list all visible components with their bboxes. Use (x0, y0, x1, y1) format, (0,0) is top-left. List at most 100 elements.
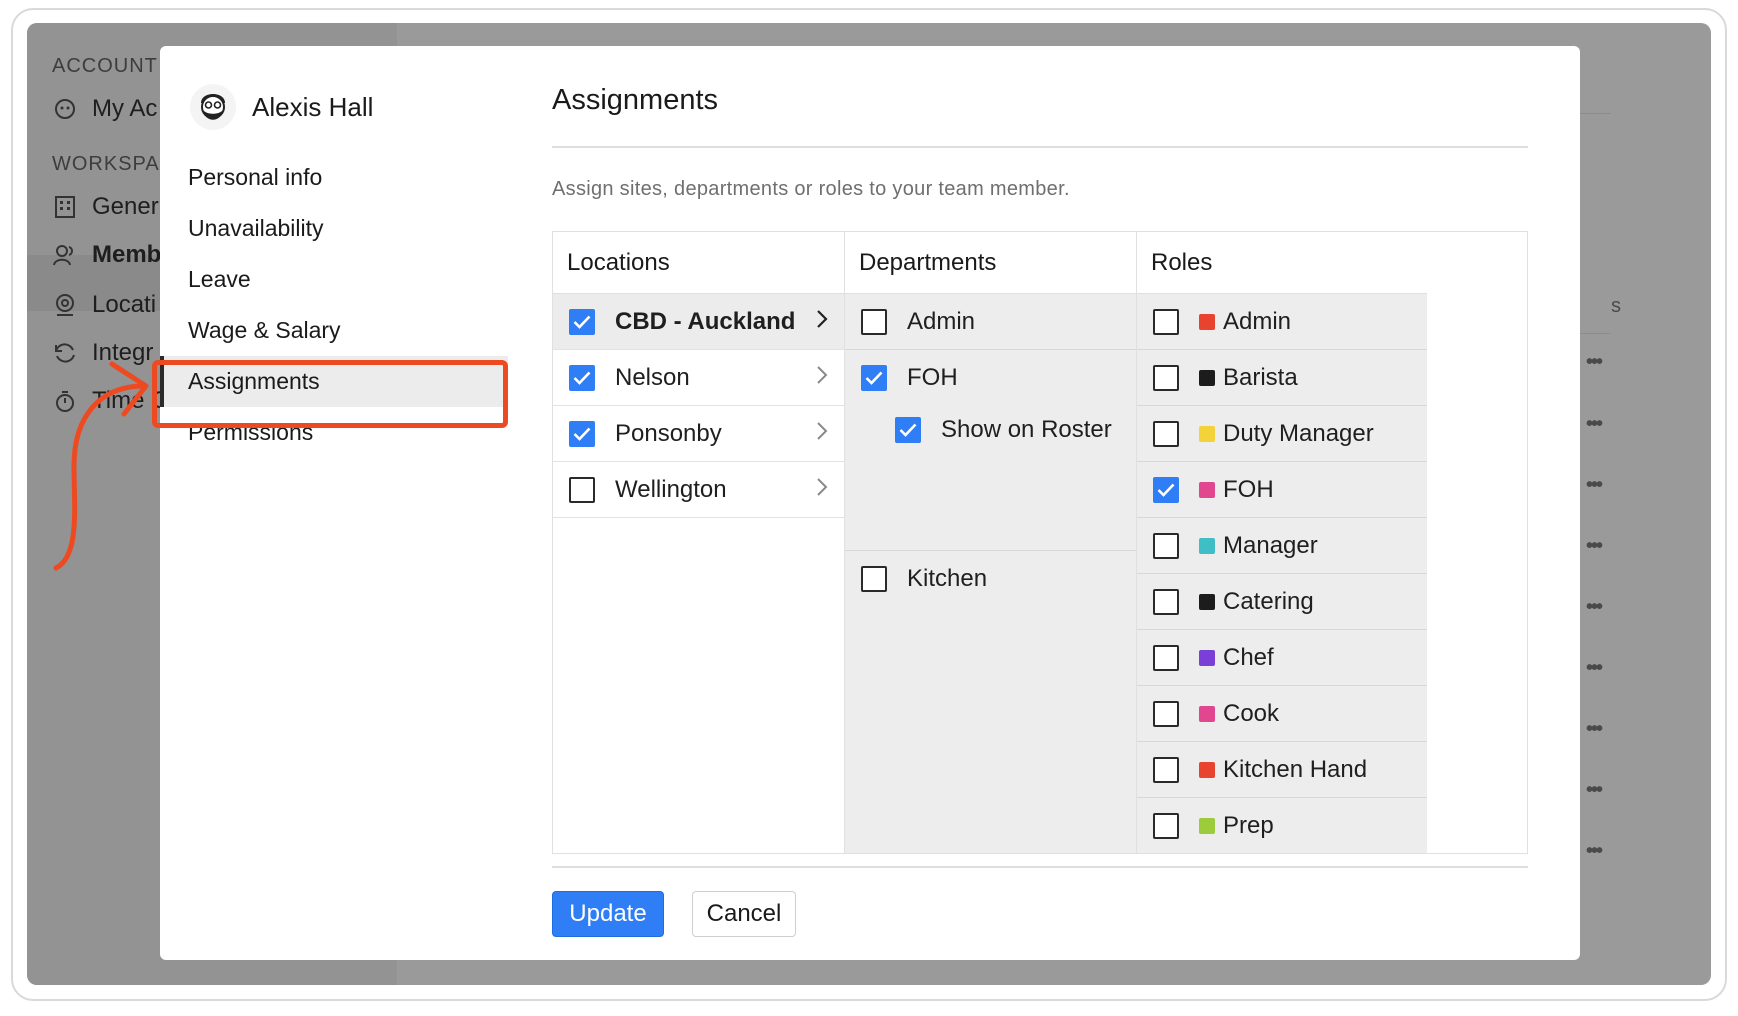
avatar (190, 84, 236, 130)
location-label: Nelson (615, 363, 690, 391)
role-color-swatch (1199, 818, 1215, 834)
row-menu-dots[interactable]: ••• (1586, 535, 1603, 558)
chevron-right-icon[interactable] (816, 308, 828, 336)
role-label: Kitchen Hand (1223, 755, 1368, 783)
background-section-workspace: WORKSPAC (52, 153, 176, 175)
location-checkbox[interactable] (569, 420, 595, 447)
role-color-swatch (1199, 313, 1215, 330)
role-checkbox[interactable] (1153, 813, 1179, 839)
background-item-my-account: My Ac (52, 95, 157, 123)
row-menu-dots[interactable]: ••• (1586, 413, 1603, 436)
role-label: Catering (1223, 587, 1314, 615)
department-checkbox[interactable] (861, 309, 887, 335)
role-checkbox[interactable] (1153, 308, 1179, 335)
show-on-roster-checkbox[interactable] (895, 417, 921, 443)
department-checkbox[interactable] (861, 566, 887, 592)
role-color-swatch (1199, 705, 1215, 722)
role-checkbox[interactable] (1153, 476, 1179, 503)
role-row-duty-manager[interactable]: Duty Manager (1137, 406, 1427, 462)
account-icon (52, 96, 78, 122)
location-checkbox[interactable] (569, 364, 595, 391)
role-row-kitchen-hand[interactable]: Kitchen Hand (1137, 742, 1427, 798)
locations-column: Locations CBD - Auckland Nelson Ponsonby… (553, 232, 845, 853)
role-row-prep[interactable]: Prep (1137, 798, 1427, 854)
annotation-arrow-icon (53, 361, 149, 571)
location-row-nelson[interactable]: Nelson (553, 350, 844, 406)
role-row-manager[interactable]: Manager (1137, 518, 1427, 574)
location-label: CBD - Auckland (615, 307, 796, 335)
assignments-grid: Locations CBD - Auckland Nelson Ponsonby… (552, 231, 1528, 854)
assignments-modal: Alexis Hall Personal info Unavailability… (160, 46, 1580, 960)
role-label: FOH (1223, 475, 1274, 503)
roles-header: Roles (1137, 232, 1427, 294)
department-row-kitchen[interactable]: Kitchen (845, 551, 1136, 607)
row-menu-dots[interactable]: ••• (1586, 657, 1603, 680)
row-menu-dots[interactable]: ••• (1586, 718, 1603, 741)
role-label: Prep (1223, 812, 1274, 839)
role-label: Cook (1223, 699, 1280, 727)
nav-item-leave[interactable]: Leave (160, 254, 508, 305)
role-row-admin[interactable]: Admin (1137, 294, 1427, 350)
role-color-swatch (1199, 425, 1215, 442)
nav-item-wage-salary[interactable]: Wage & Salary (160, 305, 508, 356)
location-icon (52, 292, 78, 318)
role-row-cook[interactable]: Cook (1137, 686, 1427, 742)
role-checkbox[interactable] (1153, 700, 1179, 727)
role-label: Manager (1223, 531, 1318, 559)
chevron-right-icon[interactable] (816, 476, 828, 504)
location-row-cbd-auckland[interactable]: CBD - Auckland (553, 294, 844, 350)
background-section-account: ACCOUNT (52, 55, 158, 77)
role-label: Barista (1223, 363, 1298, 391)
checkmark-icon (573, 427, 591, 441)
checkmark-icon (1157, 483, 1175, 497)
department-row-foh[interactable]: FOH (845, 350, 1136, 406)
role-checkbox[interactable] (1153, 420, 1179, 447)
role-checkbox[interactable] (1153, 364, 1179, 391)
role-color-swatch (1199, 537, 1215, 554)
background-item-locations: Locati (52, 291, 156, 319)
location-row-wellington[interactable]: Wellington (553, 462, 844, 518)
user-name: Alexis Hall (252, 91, 374, 122)
row-menu-dots[interactable]: ••• (1586, 351, 1603, 374)
background-item-general: Gener (52, 193, 159, 221)
update-button[interactable]: Update (552, 891, 664, 937)
row-menu-dots[interactable]: ••• (1586, 840, 1603, 863)
chevron-right-icon[interactable] (816, 364, 828, 392)
role-label: Admin (1223, 307, 1292, 335)
role-row-catering[interactable]: Catering (1137, 574, 1427, 630)
location-checkbox[interactable] (569, 308, 595, 335)
role-checkbox[interactable] (1153, 644, 1179, 671)
role-checkbox[interactable] (1153, 588, 1179, 615)
department-checkbox[interactable] (861, 365, 887, 391)
department-group-foh: FOH Show on Roster (845, 350, 1136, 551)
row-menu-dots[interactable]: ••• (1586, 596, 1603, 619)
role-color-swatch (1199, 481, 1215, 498)
role-checkbox[interactable] (1153, 756, 1179, 783)
department-group-kitchen: Kitchen (845, 551, 1136, 851)
roles-list: Admin Barista Duty Manager FOH Manager C… (1137, 294, 1427, 853)
department-label: Admin (907, 308, 976, 335)
show-on-roster-label: Show on Roster (941, 416, 1112, 443)
cancel-button[interactable]: Cancel (692, 891, 796, 937)
location-row-ponsonby[interactable]: Ponsonby (553, 406, 844, 462)
departments-list: Admin FOH Show on Roster Kitchen (845, 294, 1136, 853)
nav-item-personal-info[interactable]: Personal info (160, 152, 508, 203)
footer-divider (552, 866, 1528, 868)
role-checkbox[interactable] (1153, 532, 1179, 559)
location-checkbox[interactable] (569, 476, 595, 503)
nav-item-unavailability[interactable]: Unavailability (160, 203, 508, 254)
chevron-right-icon[interactable] (816, 420, 828, 448)
location-label: Wellington (615, 475, 727, 503)
department-row-admin[interactable]: Admin (845, 294, 1136, 350)
role-row-foh[interactable]: FOH (1137, 462, 1427, 518)
departments-column: Departments Admin FOH Show on Roster Kit… (845, 232, 1137, 853)
checkmark-icon (899, 423, 917, 437)
show-on-roster-option[interactable]: Show on Roster (845, 406, 1136, 454)
role-row-chef[interactable]: Chef (1137, 630, 1427, 686)
role-label: Chef (1223, 643, 1274, 671)
row-menu-dots[interactable]: ••• (1586, 779, 1603, 802)
annotation-highlight-box (152, 360, 508, 428)
checkmark-icon (865, 371, 883, 385)
role-row-barista[interactable]: Barista (1137, 350, 1427, 406)
row-menu-dots[interactable]: ••• (1586, 474, 1603, 497)
